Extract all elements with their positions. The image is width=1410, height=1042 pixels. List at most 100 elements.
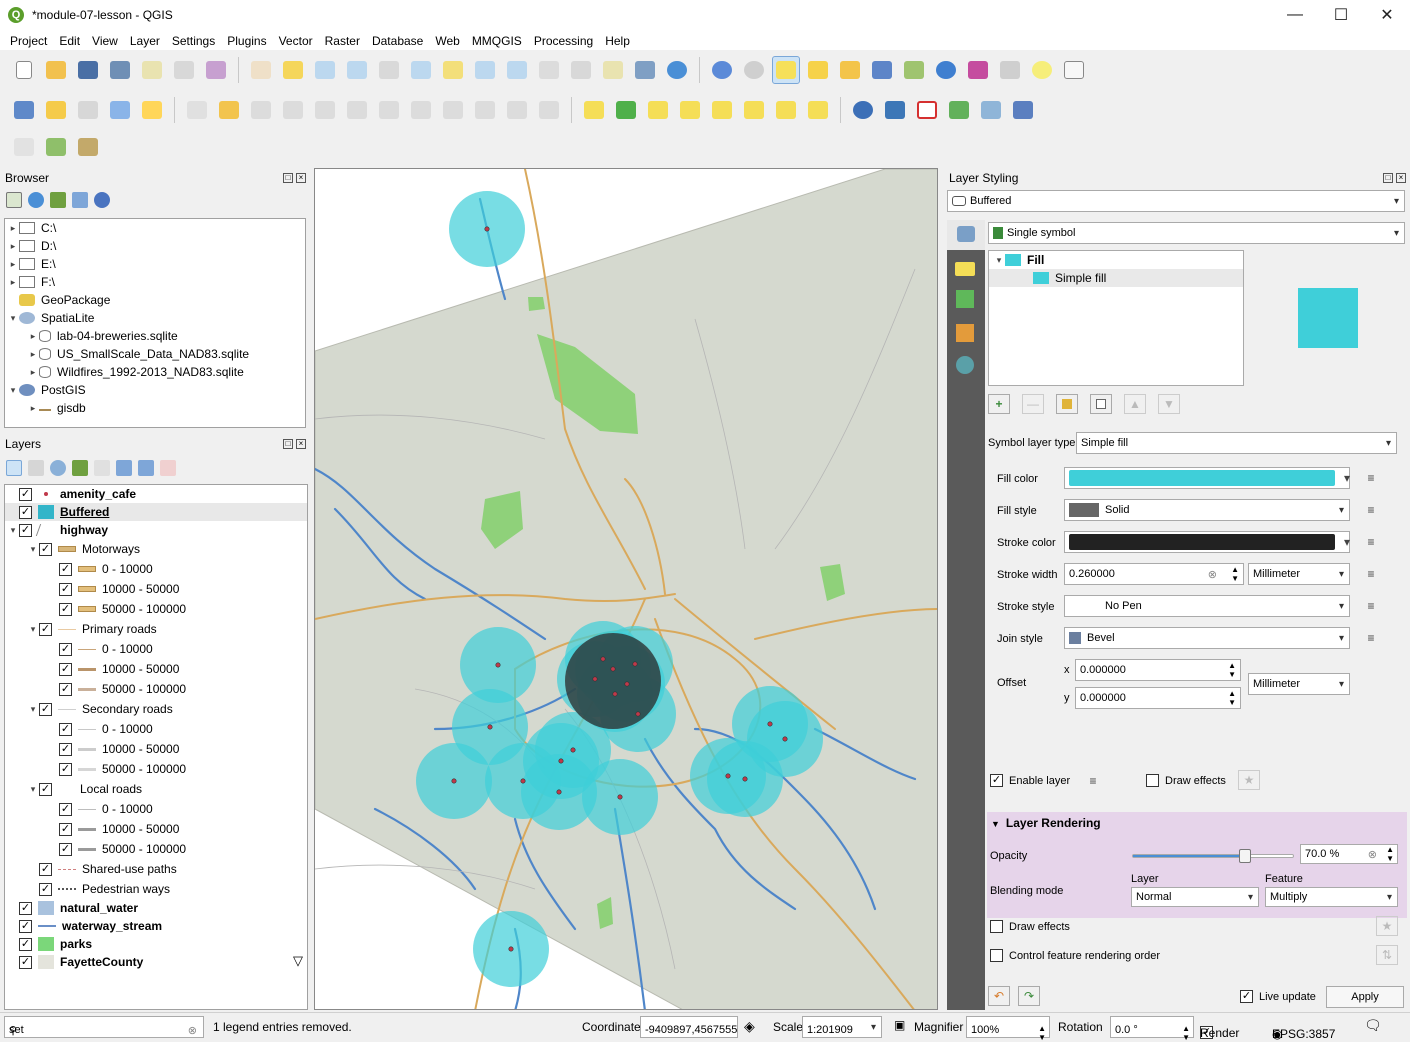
spin-arrows-icon[interactable]: ▲ ▼ xyxy=(1231,565,1239,583)
manage-theme-icon[interactable] xyxy=(50,460,66,476)
layer-visibility-checkbox[interactable]: ✓ xyxy=(59,742,72,756)
layer-filter-icon[interactable]: ▽ xyxy=(293,953,303,969)
remove-symbol-layer-button[interactable]: — xyxy=(1022,394,1044,414)
modify-attributes-icon[interactable] xyxy=(343,96,371,124)
processing-toolbox-icon[interactable] xyxy=(932,56,960,84)
coordinate-input[interactable]: -9409897,4567555 xyxy=(640,1016,738,1038)
expand-arrow-icon[interactable]: ▾ xyxy=(7,385,19,396)
browser-item[interactable]: ▾ SpatiaLite xyxy=(5,309,305,327)
float-icon[interactable]: □ xyxy=(283,173,293,183)
live-update-checkbox[interactable]: ✓ Live update xyxy=(1240,990,1316,1003)
tab-history-icon[interactable] xyxy=(956,356,974,374)
messages-icon[interactable]: 🗨 xyxy=(1364,1017,1382,1034)
copy-icon[interactable] xyxy=(439,96,467,124)
pencil-icon[interactable] xyxy=(215,96,243,124)
opacity-slider-handle[interactable] xyxy=(1239,849,1251,863)
cafe-point[interactable] xyxy=(592,676,598,682)
pan-to-selection-icon[interactable] xyxy=(279,56,307,84)
spin-arrows-icon[interactable]: ▲ ▼ xyxy=(1182,1024,1190,1042)
filter-expression-icon[interactable] xyxy=(94,460,110,476)
move-up-button[interactable]: ▲ xyxy=(1124,394,1146,414)
save-edits-icon[interactable] xyxy=(247,96,275,124)
control-rendering-order-checkbox[interactable]: Control feature rendering order xyxy=(990,949,1160,962)
spin-arrows-icon[interactable]: ▲ ▼ xyxy=(1386,845,1394,863)
layer-item[interactable]: ✓ 0 - 10000 xyxy=(5,799,307,819)
add-group-icon[interactable] xyxy=(28,460,44,476)
offset-y-input[interactable]: 0.000000 ▲ ▼ xyxy=(1075,687,1241,709)
add-layer-icon[interactable] xyxy=(42,96,70,124)
python-console-icon[interactable] xyxy=(881,96,909,124)
data-defined-override-icon[interactable]: ≡ xyxy=(1360,500,1382,520)
map-svg[interactable] xyxy=(315,169,938,1010)
lock-icon[interactable] xyxy=(1056,394,1078,414)
cafe-point[interactable] xyxy=(570,747,576,753)
layer-item[interactable]: ▾ ✓ Primary roads xyxy=(5,619,307,639)
toggle-extents-icon[interactable]: ◈ xyxy=(744,1018,755,1035)
expand-arrow-icon[interactable]: ▾ xyxy=(27,784,39,795)
refresh-browser-icon[interactable] xyxy=(28,192,44,208)
new-project-icon[interactable] xyxy=(10,56,38,84)
menu-settings[interactable]: Settings xyxy=(166,30,221,52)
zoom-full-icon[interactable] xyxy=(407,56,435,84)
map-edit-icon[interactable] xyxy=(74,133,102,161)
layer-item[interactable]: ▾ ✓ Secondary roads xyxy=(5,699,307,719)
highlight-pinned-icon[interactable] xyxy=(676,96,704,124)
layers-tree[interactable]: ✓ amenity_cafe ✓ Buffered ▾ ✓ highway ▾ ✓ Motorwa… xyxy=(4,484,308,1010)
layer-visibility-checkbox[interactable]: ✓ xyxy=(59,562,72,576)
clear-icon[interactable]: ⊗ xyxy=(1368,848,1377,861)
layer-visibility-checkbox[interactable]: ✓ xyxy=(19,937,32,951)
menu-web[interactable]: Web xyxy=(429,30,465,52)
cut-icon[interactable] xyxy=(407,96,435,124)
layer-visibility-checkbox[interactable]: ✓ xyxy=(59,722,72,736)
snapping-icon[interactable] xyxy=(10,133,38,161)
fill-color-dropdown[interactable]: ▾ xyxy=(1342,468,1352,488)
save-as-icon[interactable] xyxy=(106,56,134,84)
expand-arrow-icon[interactable]: ▸ xyxy=(7,241,19,252)
draw-effects-checkbox[interactable]: Draw effects xyxy=(1146,774,1226,787)
virtual-layer-icon[interactable] xyxy=(138,96,166,124)
attribute-table-icon[interactable] xyxy=(868,56,896,84)
cafe-point[interactable] xyxy=(495,662,501,668)
effects-star-icon[interactable]: ★ xyxy=(1376,916,1398,936)
layer-visibility-checkbox[interactable]: ✓ xyxy=(19,487,32,501)
menu-mmqgis[interactable]: MMQGIS xyxy=(466,30,528,52)
maximize-button[interactable]: ☐ xyxy=(1318,0,1364,30)
layer-visibility-checkbox[interactable]: ✓ xyxy=(59,842,72,856)
browser-item[interactable]: ▸ D:\ xyxy=(5,237,305,255)
layer-visibility-checkbox[interactable]: ✓ xyxy=(39,622,52,636)
join-style-combo[interactable]: Bevel xyxy=(1064,627,1350,649)
cafe-point[interactable] xyxy=(782,736,788,742)
diagram-tool-icon[interactable] xyxy=(612,96,640,124)
float-icon[interactable]: □ xyxy=(1383,173,1393,183)
browser-item[interactable]: GeoPackage xyxy=(5,291,305,309)
georeferencer-icon[interactable] xyxy=(42,133,70,161)
expand-arrow-icon[interactable]: ▸ xyxy=(7,277,19,288)
symbol-layer-type-combo[interactable]: Simple fill xyxy=(1076,432,1397,454)
menu-help[interactable]: Help xyxy=(599,30,636,52)
remove-layer-icon[interactable] xyxy=(160,460,176,476)
style-manager-icon[interactable] xyxy=(202,56,230,84)
enable-layer-checkbox[interactable]: ✓ Enable layer xyxy=(990,774,1070,787)
layer-visibility-checkbox[interactable]: ✓ xyxy=(59,822,72,836)
layer-visibility-checkbox[interactable]: ✓ xyxy=(59,582,72,596)
statistics-icon[interactable] xyxy=(964,56,992,84)
layer-select-combo[interactable]: Buffered xyxy=(947,190,1405,212)
measure-icon[interactable] xyxy=(996,56,1024,84)
stroke-color-dropdown[interactable]: ▾ xyxy=(1342,532,1352,552)
map-tips-icon[interactable] xyxy=(1028,56,1056,84)
info-icon[interactable] xyxy=(94,192,110,208)
browser-item[interactable]: ▸ gisdb xyxy=(5,399,305,417)
bookmark-icon[interactable] xyxy=(631,56,659,84)
geoprocess-icon[interactable] xyxy=(977,96,1005,124)
layer-item[interactable]: ✓ waterway_stream xyxy=(5,917,307,935)
browser-item[interactable]: ▸ Wildfires_1992-2013_NAD83.sqlite xyxy=(5,363,305,381)
redo-icon[interactable] xyxy=(535,96,563,124)
expand-arrow-icon[interactable]: ▸ xyxy=(27,367,39,378)
zoom-last-icon[interactable] xyxy=(503,56,531,84)
cafe-point[interactable] xyxy=(508,946,514,952)
layer-item[interactable]: ✓ 10000 - 50000 xyxy=(5,579,307,599)
cafe-point[interactable] xyxy=(556,789,562,795)
layer-visibility-checkbox[interactable]: ✓ xyxy=(39,542,52,556)
browser-tree[interactable]: ▸ C:\ ▸ D:\ ▸ E:\ ▸ F:\ GeoPackage ▾ SpatiaLite ▸ la… xyxy=(4,218,306,428)
move-label-icon[interactable] xyxy=(740,96,768,124)
